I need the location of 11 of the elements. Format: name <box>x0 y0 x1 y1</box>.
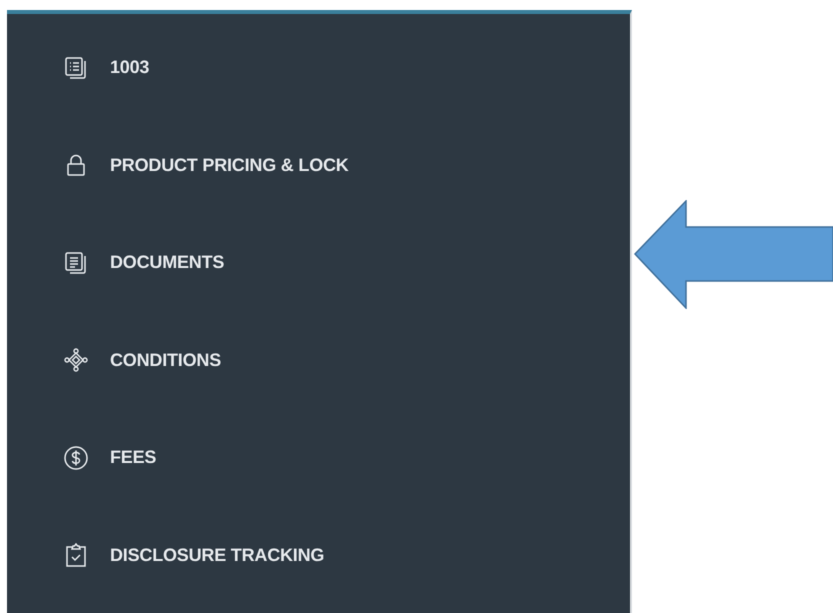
form-icon <box>64 56 88 79</box>
clipboard-icon <box>64 543 88 568</box>
sidebar-item[interactable]: FEES <box>110 447 156 468</box>
sidebar-item[interactable]: CONDITIONS <box>110 350 222 371</box>
sidebar-item[interactable]: DISCLOSURE TRACKING <box>110 544 324 566</box>
sidebar-item[interactable]: PRODUCT PRICING & LOCK <box>110 154 349 176</box>
document-icon <box>64 252 88 274</box>
network-icon <box>64 348 88 372</box>
sidebar-item[interactable]: DOCUMENTS <box>110 252 224 274</box>
sidebar-item[interactable]: 1003 <box>110 57 150 78</box>
dollar-icon <box>64 446 88 470</box>
